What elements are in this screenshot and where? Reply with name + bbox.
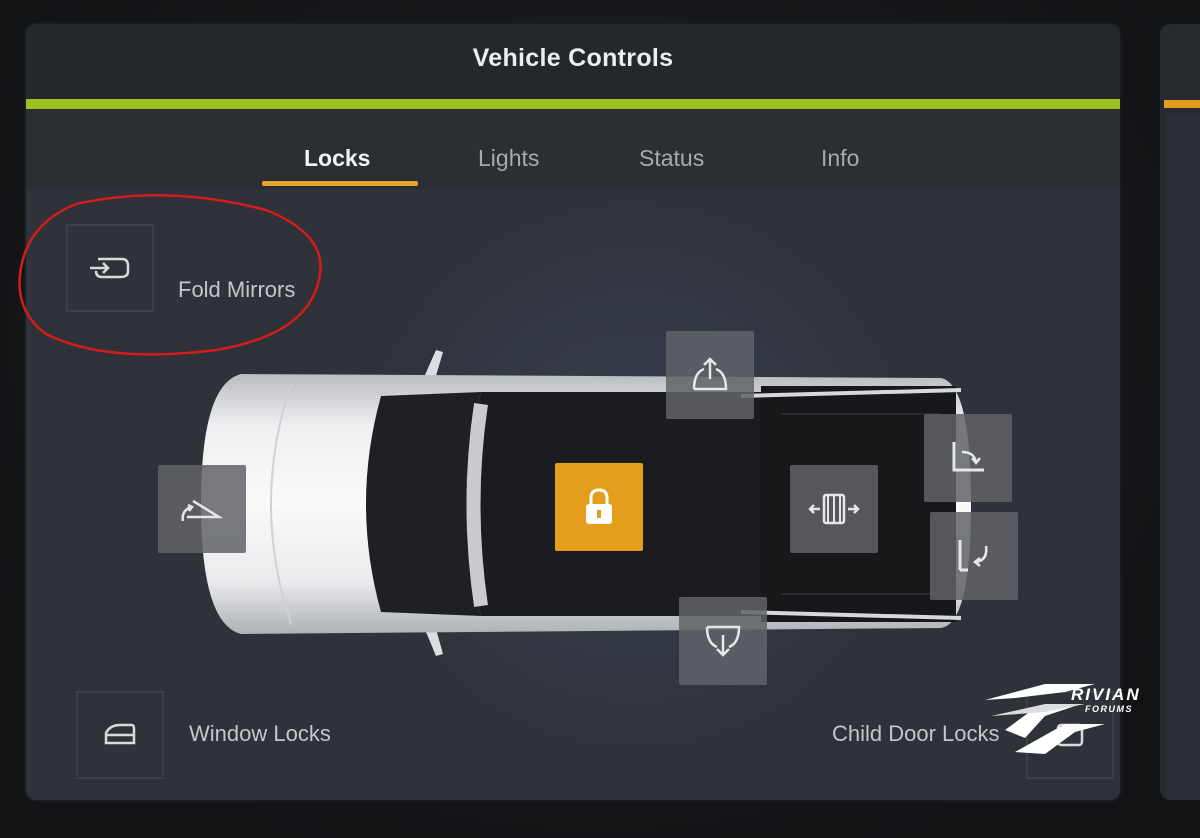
logo-line-2: FORUMS xyxy=(1085,704,1133,714)
vehicle-controls-panel: Vehicle Controls Locks Lights Status Inf… xyxy=(26,24,1120,800)
header-accent-bar xyxy=(26,99,1120,109)
padlock-icon xyxy=(586,488,612,524)
adjacent-panel xyxy=(1160,24,1200,800)
window-down-icon xyxy=(705,625,741,657)
rivian-forums-logo: RIVIAN FORUMS xyxy=(985,684,1141,754)
tab-status[interactable]: Status xyxy=(639,145,704,172)
tailgate-button[interactable] xyxy=(930,512,1018,600)
active-tab-indicator xyxy=(262,181,418,186)
window-lock-icon xyxy=(104,723,136,745)
window-up-button[interactable] xyxy=(666,331,754,419)
tab-info[interactable]: Info xyxy=(821,145,859,172)
adjacent-panel-body xyxy=(1166,114,1200,800)
gear-tunnel-icon xyxy=(808,493,860,525)
frunk-open-icon xyxy=(181,499,224,522)
window-locks-button[interactable] xyxy=(76,691,164,779)
panel-title: Vehicle Controls xyxy=(472,44,674,72)
window-locks-label: Window Locks xyxy=(189,721,331,746)
locks-content: Fold Mirrors Window Locks Child Door Loc… xyxy=(26,189,1120,800)
tonneau-button[interactable] xyxy=(924,414,1012,502)
tab-bar: Locks Lights Status Info xyxy=(26,109,1120,189)
tab-locks[interactable]: Locks xyxy=(304,145,370,172)
logo-line-1: RIVIAN xyxy=(1071,685,1141,704)
frunk-button[interactable] xyxy=(158,465,246,553)
fold-mirrors-button[interactable] xyxy=(66,224,154,312)
tailgate-drop-icon xyxy=(958,540,988,572)
gear-tunnel-button[interactable] xyxy=(790,465,878,553)
adjacent-panel-accent xyxy=(1164,100,1200,108)
window-down-button[interactable] xyxy=(679,597,767,685)
panel-header: Vehicle Controls xyxy=(26,24,1120,100)
fold-mirrors-label: Fold Mirrors xyxy=(178,277,296,302)
tab-lights[interactable]: Lights xyxy=(478,145,539,172)
window-up-icon xyxy=(692,357,728,391)
lock-button[interactable] xyxy=(555,463,643,551)
tailgate-open-icon xyxy=(952,442,984,472)
mirror-fold-icon xyxy=(90,257,130,279)
